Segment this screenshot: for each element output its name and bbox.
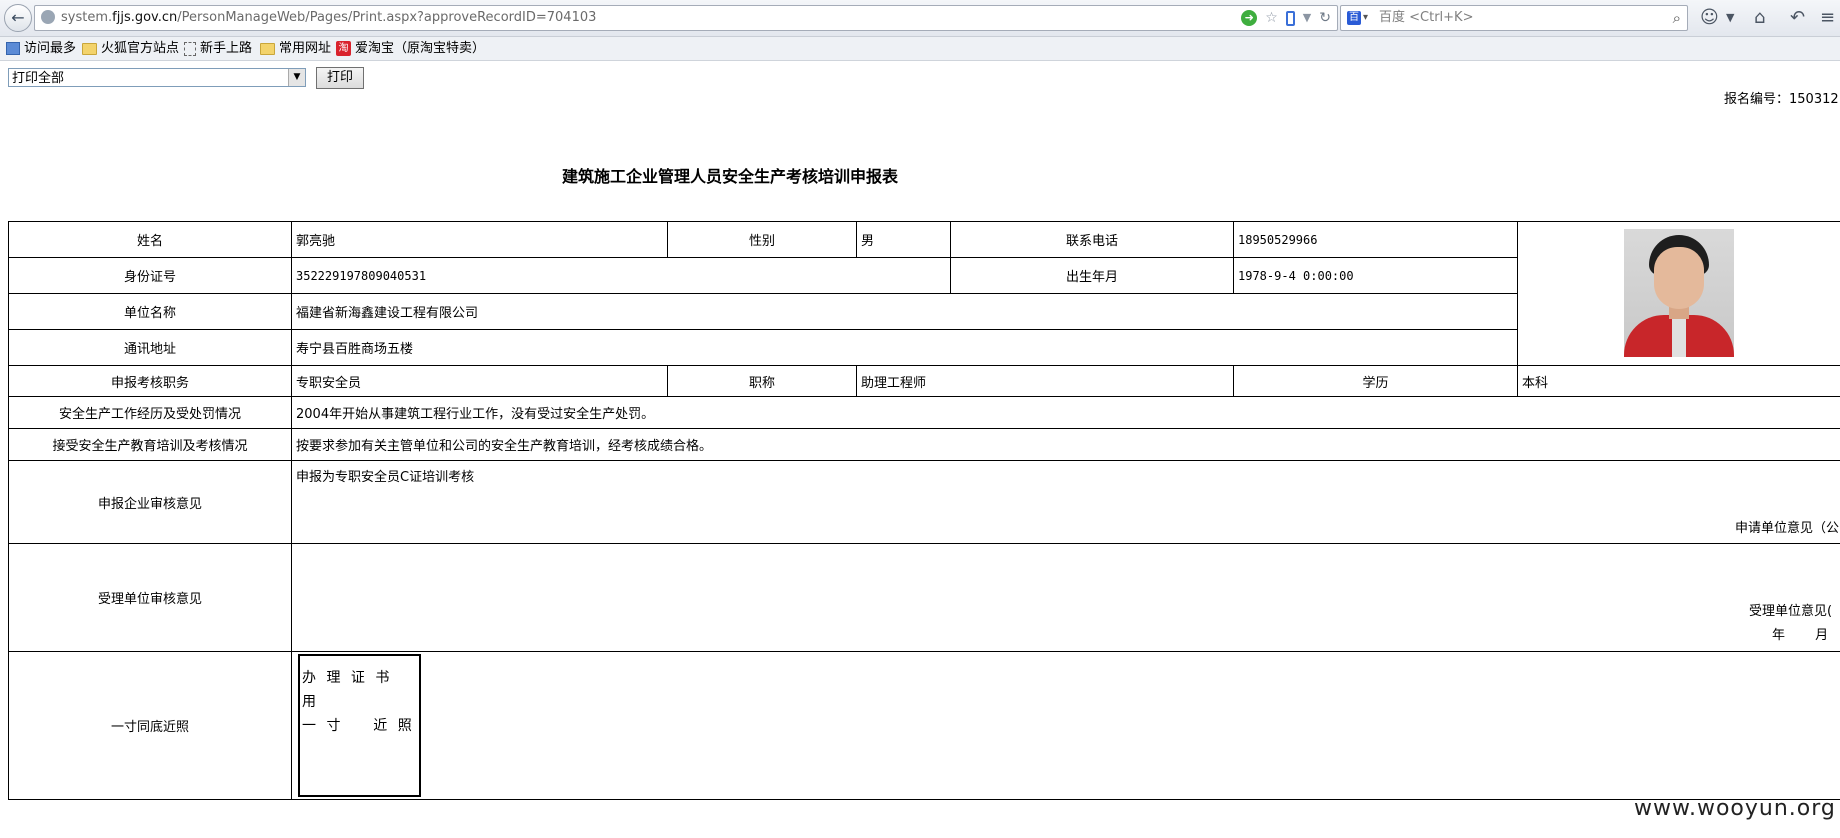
application-form-table: 姓名 郭亮驰 性别 男 联系电话 18950529966 身份证号 352229… — [8, 221, 1840, 800]
back-arrow-icon: ← — [11, 8, 25, 27]
site-identity-icon[interactable] — [41, 10, 55, 24]
id-label: 身份证号 — [8, 257, 292, 294]
table-row: 申报考核职务 专职安全员 职称 助理工程师 学历 本科 — [8, 365, 1840, 397]
addon-smiley-icon[interactable]: ☺ — [1700, 7, 1719, 29]
table-row: 姓名 郭亮驰 性别 男 联系电话 18950529966 — [8, 221, 1840, 366]
folder-icon — [82, 42, 97, 55]
search-input[interactable]: 百度 <Ctrl+K> — [1379, 6, 1473, 30]
print-button[interactable]: 打印 — [316, 67, 364, 89]
applicant-photo — [1624, 229, 1734, 357]
position-label: 申报考核职务 — [8, 365, 292, 397]
addon-dropdown-icon[interactable]: ▼ — [1726, 7, 1734, 29]
go-arrow-icon[interactable]: ➜ — [1241, 10, 1258, 26]
bookmarks-bar: 访问最多 火狐官方站点 新手上路 常用网址 淘 爱淘宝（原淘宝特卖） — [0, 37, 1840, 61]
accept-review-signature: 受理单位意见( — [1749, 604, 1833, 619]
watermark: www.wooyun.org — [1634, 796, 1836, 821]
photo-upload-cell: 办 理 证 书 用 一 寸 近 照 — [291, 651, 1840, 800]
name-value: 郭亮驰 — [291, 221, 668, 258]
education-label: 学历 — [1233, 365, 1518, 397]
url-bar-icons: ➜ ☆ ▼ ↻ — [1241, 6, 1331, 30]
bookmark-star-icon[interactable]: ☆ — [1265, 6, 1278, 30]
education-value: 本科 — [1517, 365, 1840, 397]
table-row: 接受安全生产教育培训及考核情况 按要求参加有关主管单位和公司的安全生产教育培训，… — [8, 428, 1840, 461]
experience-value: 2004年开始从事建筑工程行业工作，没有受过安全生产处罚。 — [291, 396, 1840, 429]
address-value: 寿宁县百胜商场五楼 — [291, 329, 1518, 366]
bookmark-most-visited[interactable]: 访问最多 — [6, 37, 76, 60]
history-dropdown-icon[interactable]: ▼ — [1303, 6, 1311, 30]
browser-navbar: ← system.fjjs.gov.cn/PersonManageWeb/Pag… — [0, 0, 1840, 37]
table-row: 一寸同底近照 办 理 证 书 用 一 寸 近 照 — [8, 651, 1840, 800]
table-row: 受理单位审核意见 受理单位意见( 年 月 — [8, 543, 1840, 652]
photo-placeholder-box: 办 理 证 书 用 一 寸 近 照 — [298, 654, 421, 797]
id-value: 352229197809040531 — [291, 257, 951, 294]
bookmark-firefox-official[interactable]: 火狐官方站点 — [82, 37, 179, 60]
most-visited-icon — [6, 42, 20, 55]
photo-label: 一寸同底近照 — [8, 651, 292, 800]
search-icon[interactable]: ⌕ — [1673, 6, 1681, 30]
job-title-label: 职称 — [667, 365, 857, 397]
undo-icon[interactable]: ↶ — [1790, 7, 1805, 29]
search-bar[interactable]: 百 ▾ 百度 <Ctrl+K> ⌕ — [1340, 5, 1688, 31]
position-value: 专职安全员 — [291, 365, 668, 397]
company-value: 福建省新海鑫建设工程有限公司 — [291, 293, 1518, 330]
company-label: 单位名称 — [8, 293, 292, 330]
reload-icon[interactable]: ↻ — [1319, 6, 1331, 30]
training-value: 按要求参加有关主管单位和公司的安全生产教育培训，经考核成绩合格。 — [291, 428, 1840, 461]
experience-label: 安全生产工作经历及受处罚情况 — [8, 396, 292, 429]
address-label: 通讯地址 — [8, 329, 292, 366]
back-button[interactable]: ← — [4, 4, 32, 32]
company-review-cell: 申报为专职安全员C证培训考核 申请单位意见（公 — [291, 460, 1840, 544]
chevron-down-icon[interactable]: ▼ — [288, 69, 305, 86]
registration-number: 报名编号：150312 — [1724, 92, 1839, 107]
birth-value: 1978-9-4 0:00:00 — [1233, 257, 1518, 294]
page-icon — [184, 41, 196, 56]
page-title: 建筑施工企业管理人员安全生产考核培训申报表 — [561, 167, 898, 186]
accept-review-date: 年 月 — [1772, 628, 1829, 643]
applicant-photo-cell — [1517, 221, 1840, 366]
folder-icon — [260, 42, 275, 55]
company-review-signature: 申请单位意见（公 — [1735, 521, 1840, 536]
company-review-value: 申报为专职安全员C证培训考核 — [296, 470, 475, 485]
phone-value: 18950529966 — [1233, 221, 1518, 258]
baidu-engine-icon[interactable]: 百 — [1347, 11, 1361, 25]
table-row: 安全生产工作经历及受处罚情况 2004年开始从事建筑工程行业工作，没有受过安全生… — [8, 396, 1840, 429]
bookmark-common-sites[interactable]: 常用网址 — [260, 37, 331, 60]
engine-dropdown-icon[interactable]: ▾ — [1363, 6, 1368, 30]
bookmark-getting-started[interactable]: 新手上路 — [184, 37, 252, 60]
training-label: 接受安全生产教育培训及考核情况 — [8, 428, 292, 461]
job-title-value: 助理工程师 — [856, 365, 1234, 397]
name-label: 姓名 — [8, 221, 292, 258]
gender-value: 男 — [856, 221, 951, 258]
home-icon[interactable]: ⌂ — [1754, 7, 1765, 29]
print-scope-select[interactable]: 打印全部 ▼ — [8, 68, 306, 87]
accept-review-label: 受理单位审核意见 — [8, 543, 292, 652]
accept-review-cell: 受理单位意见( 年 月 — [291, 543, 1840, 652]
gender-label: 性别 — [667, 221, 857, 258]
menu-icon[interactable]: ≡ — [1820, 7, 1835, 29]
birth-label: 出生年月 — [950, 257, 1234, 294]
table-row: 申报企业审核意见 申报为专职安全员C证培训考核 申请单位意见（公 — [8, 460, 1840, 544]
company-review-label: 申报企业审核意见 — [8, 460, 292, 544]
taobao-icon: 淘 — [336, 41, 351, 56]
url-text: system.fjjs.gov.cn/PersonManageWeb/Pages… — [61, 10, 597, 25]
mobile-icon[interactable] — [1285, 10, 1295, 26]
address-bar[interactable]: system.fjjs.gov.cn/PersonManageWeb/Pages… — [34, 5, 1338, 31]
phone-label: 联系电话 — [950, 221, 1234, 258]
bookmark-aitaobao[interactable]: 淘 爱淘宝（原淘宝特卖） — [336, 37, 485, 60]
